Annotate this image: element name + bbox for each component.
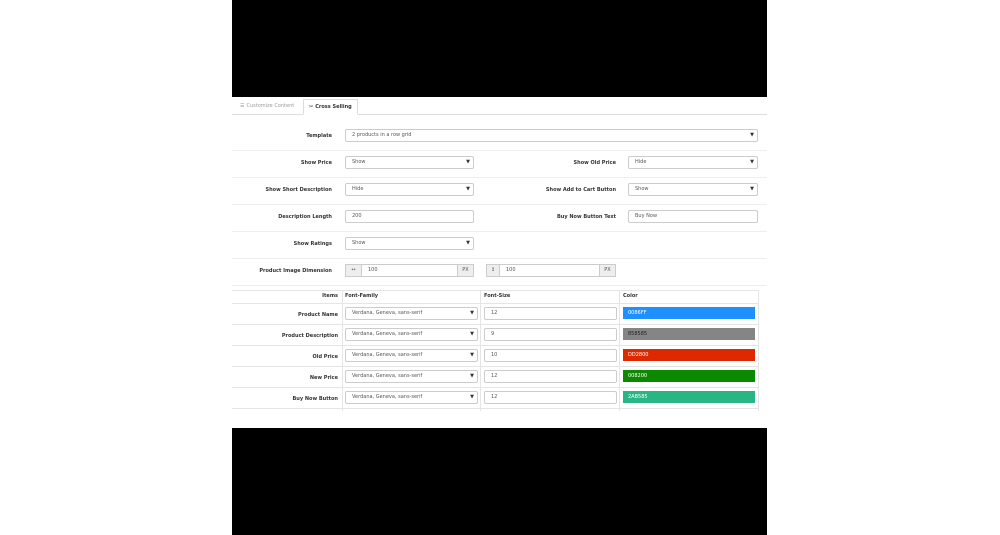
letterbox-top bbox=[232, 0, 767, 97]
width-arrows-icon: ↔ bbox=[345, 264, 362, 277]
height-unit: PX bbox=[599, 264, 616, 277]
font-family-select[interactable]: Verdana, Geneva, sans-serif ▼ bbox=[345, 349, 478, 362]
show-ratings-select[interactable]: Show ▼ bbox=[345, 237, 474, 250]
table-row-item-label: Old Price bbox=[312, 354, 338, 360]
show-old-price-select[interactable]: Hide ▼ bbox=[628, 156, 758, 169]
template-label: Template bbox=[306, 133, 332, 139]
width-unit: PX bbox=[457, 264, 474, 277]
show-short-description-select[interactable]: Hide ▼ bbox=[345, 183, 474, 196]
col-font-family-header: Font-Family bbox=[345, 293, 379, 299]
show-ratings-label: Show Ratings bbox=[293, 241, 332, 247]
description-length-label: Description Length bbox=[278, 214, 332, 220]
color-picker-swatch[interactable]: 2AB585 bbox=[623, 391, 755, 403]
show-add-to-cart-label: Show Add to Cart Button bbox=[545, 187, 616, 193]
tab-bar: ☰ Customize Content ✂ Cross Selling bbox=[232, 97, 767, 115]
col-color-header: Color bbox=[623, 293, 638, 299]
letterbox-bottom bbox=[232, 428, 767, 535]
col-font-size-header: Font-Size bbox=[484, 293, 511, 299]
template-select[interactable]: 2 products in a row grid ▼ bbox=[345, 129, 758, 142]
font-size-input[interactable]: 10 bbox=[484, 349, 617, 362]
buy-now-text-label: Buy Now Button Text bbox=[557, 214, 616, 220]
font-size-input[interactable]: 12 bbox=[484, 307, 617, 320]
font-family-select[interactable]: Verdana, Geneva, sans-serif ▼ bbox=[345, 370, 478, 383]
scissors-icon: ✂ bbox=[309, 104, 314, 110]
height-arrows-icon: ↕ bbox=[486, 264, 500, 277]
table-row-item-label: Buy Now Button bbox=[292, 396, 339, 402]
chevron-down-icon: ▼ bbox=[750, 132, 754, 138]
image-width-input[interactable]: 100 bbox=[361, 264, 458, 277]
font-size-input[interactable]: 12 bbox=[484, 370, 617, 383]
image-dimension-label: Product Image Dimension bbox=[259, 268, 332, 274]
font-size-input[interactable]: 9 bbox=[484, 328, 617, 341]
show-add-to-cart-select[interactable]: Show ▼ bbox=[628, 183, 758, 196]
chevron-down-icon: ▼ bbox=[470, 373, 474, 379]
buy-now-text-input[interactable]: Buy Now bbox=[628, 210, 758, 223]
module-config-panel: ☰ Customize Content ✂ Cross Selling Templa… bbox=[232, 97, 767, 428]
table-row-item-label: Product Description bbox=[281, 333, 338, 339]
table-row-item-label: Product Name bbox=[298, 312, 338, 318]
font-family-select[interactable]: Verdana, Geneva, sans-serif ▼ bbox=[345, 391, 478, 404]
tab-customize-content[interactable]: ☰ Customize Content bbox=[235, 99, 299, 114]
image-height-input[interactable]: 100 bbox=[499, 264, 600, 277]
chevron-down-icon: ▼ bbox=[470, 331, 474, 337]
show-short-description-label: Show Short Description bbox=[265, 187, 333, 193]
tab-cross-selling[interactable]: ✂ Cross Selling bbox=[303, 99, 358, 115]
color-picker-swatch[interactable]: DD2800 bbox=[623, 349, 755, 361]
chevron-down-icon: ▼ bbox=[470, 310, 474, 316]
font-family-select[interactable]: Verdana, Geneva, sans-serif ▼ bbox=[345, 328, 478, 341]
show-old-price-label: Show Old Price bbox=[573, 160, 616, 166]
chevron-down-icon: ▼ bbox=[750, 186, 754, 192]
table-row-item-label: New Price bbox=[309, 375, 338, 381]
chevron-down-icon: ▼ bbox=[466, 240, 470, 246]
show-price-label: Show Price bbox=[300, 160, 332, 166]
color-picker-swatch[interactable]: 858585 bbox=[623, 328, 755, 340]
show-price-select[interactable]: Show ▼ bbox=[345, 156, 474, 169]
chevron-down-icon: ▼ bbox=[470, 352, 474, 358]
col-items-header: Items bbox=[322, 293, 338, 299]
description-length-input[interactable]: 200 bbox=[345, 210, 474, 223]
chevron-down-icon: ▼ bbox=[470, 394, 474, 400]
chevron-down-icon: ▼ bbox=[466, 159, 470, 165]
font-size-input[interactable]: 12 bbox=[484, 391, 617, 404]
font-style-table: Items Font-Family Font-Size Color Produc… bbox=[232, 290, 767, 412]
font-family-select[interactable]: Verdana, Geneva, sans-serif ▼ bbox=[345, 307, 478, 320]
color-picker-swatch[interactable]: 0086FF bbox=[623, 307, 755, 319]
color-picker-swatch[interactable]: 008200 bbox=[623, 370, 755, 382]
chevron-down-icon: ▼ bbox=[466, 186, 470, 192]
chevron-down-icon: ▼ bbox=[750, 159, 754, 165]
list-icon: ☰ bbox=[240, 103, 245, 109]
